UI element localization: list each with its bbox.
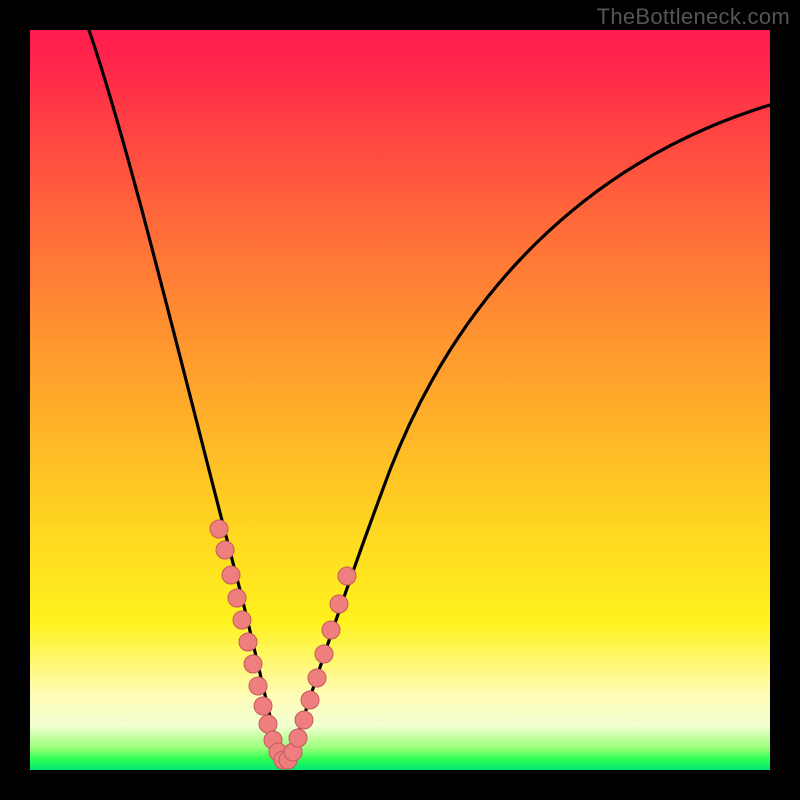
watermark-text: TheBottleneck.com bbox=[597, 4, 790, 30]
chart-frame: TheBottleneck.com bbox=[0, 0, 800, 800]
chart-svg bbox=[30, 30, 770, 770]
plot-area bbox=[30, 30, 770, 770]
v-curve-path bbox=[89, 30, 770, 765]
